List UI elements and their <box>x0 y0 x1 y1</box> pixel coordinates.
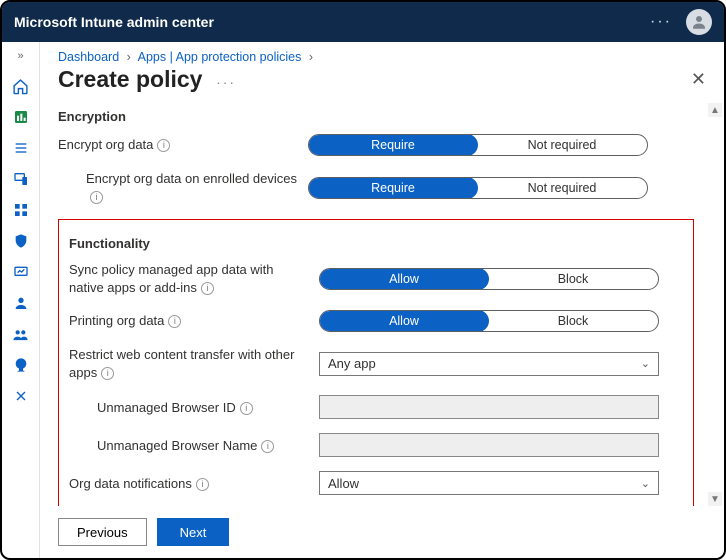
scroll-down-icon[interactable]: ▼ <box>708 492 722 506</box>
chevron-down-icon: ⌄ <box>641 357 650 370</box>
close-icon[interactable]: ✕ <box>691 69 706 90</box>
toggle-encrypt-org[interactable]: Require Not required <box>308 134 648 156</box>
form-scroll-area: Encryption Encrypt org data i Require Not… <box>40 103 724 506</box>
input-unmanaged-name[interactable] <box>319 433 659 457</box>
info-icon[interactable]: i <box>201 282 214 295</box>
page-title: Create policy <box>58 66 202 92</box>
label-unmanaged-name: Unmanaged Browser Name <box>97 438 257 453</box>
groups-icon[interactable] <box>12 325 30 343</box>
top-bar: Microsoft Intune admin center ··· <box>2 2 724 42</box>
toggle-opt-allow[interactable]: Allow <box>319 268 489 290</box>
label-sync: Sync policy managed app data with native… <box>69 262 274 295</box>
wizard-footer: Previous Next <box>40 506 724 558</box>
next-button[interactable]: Next <box>157 518 230 546</box>
left-nav: » <box>2 42 40 558</box>
label-printing: Printing org data <box>69 313 164 328</box>
chevron-down-icon: ⌄ <box>641 477 650 490</box>
troubleshoot-icon[interactable] <box>12 387 30 405</box>
apps-icon[interactable] <box>12 201 30 219</box>
breadcrumb-apps[interactable]: Apps | App protection policies <box>138 50 302 64</box>
app-window: Microsoft Intune admin center ··· » Dash <box>0 0 726 560</box>
input-unmanaged-id[interactable] <box>319 395 659 419</box>
dropdown-value: Allow <box>328 476 359 491</box>
label-encrypt-org: Encrypt org data <box>58 137 153 152</box>
label-org-notif: Org data notifications <box>69 476 192 491</box>
info-icon[interactable]: i <box>168 315 181 328</box>
dropdown-org-notif[interactable]: Allow ⌄ <box>319 471 659 495</box>
toggle-opt-require[interactable]: Require <box>308 177 478 199</box>
toggle-opt-block[interactable]: Block <box>488 269 658 289</box>
dropdown-restrict-web[interactable]: Any app ⌄ <box>319 352 659 376</box>
toggle-encrypt-enrolled[interactable]: Require Not required <box>308 177 648 199</box>
reports-icon[interactable] <box>12 263 30 281</box>
expand-nav-icon[interactable]: » <box>14 50 28 62</box>
scrollbar[interactable]: ▲ ▼ <box>708 103 722 506</box>
toggle-opt-block[interactable]: Block <box>488 311 658 331</box>
breadcrumb-dashboard[interactable]: Dashboard <box>58 50 119 64</box>
chevron-right-icon: › <box>127 50 131 64</box>
users-icon[interactable] <box>12 294 30 312</box>
home-icon[interactable] <box>12 77 30 95</box>
section-functionality: Functionality <box>69 236 683 251</box>
toggle-opt-allow[interactable]: Allow <box>319 310 489 332</box>
main-panel: Dashboard › Apps | App protection polici… <box>40 42 724 558</box>
dashboard-icon[interactable] <box>12 108 30 126</box>
toggle-opt-notrequired[interactable]: Not required <box>477 135 647 155</box>
more-icon[interactable]: ··· <box>650 13 672 31</box>
label-encrypt-enrolled: Encrypt org data on enrolled devices <box>86 171 297 186</box>
info-icon[interactable]: i <box>157 139 170 152</box>
toggle-opt-require[interactable]: Require <box>308 134 478 156</box>
breadcrumb: Dashboard › Apps | App protection polici… <box>40 42 724 64</box>
security-icon[interactable] <box>12 232 30 250</box>
list-icon[interactable] <box>12 139 30 157</box>
section-encryption: Encryption <box>58 109 706 124</box>
label-unmanaged-id: Unmanaged Browser ID <box>97 400 236 415</box>
dropdown-value: Any app <box>328 356 376 371</box>
toggle-sync[interactable]: Allow Block <box>319 268 659 290</box>
chevron-right-icon: › <box>309 50 313 64</box>
devices-icon[interactable] <box>12 170 30 188</box>
info-icon[interactable]: i <box>90 191 103 204</box>
toggle-printing[interactable]: Allow Block <box>319 310 659 332</box>
info-icon[interactable]: i <box>101 367 114 380</box>
topbar-actions: ··· <box>650 9 712 35</box>
info-icon[interactable]: i <box>261 440 274 453</box>
previous-button[interactable]: Previous <box>58 518 147 546</box>
highlighted-section: Functionality Sync policy managed app da… <box>58 219 694 506</box>
tenant-icon[interactable] <box>12 356 30 374</box>
user-avatar[interactable] <box>686 9 712 35</box>
info-icon[interactable]: i <box>240 402 253 415</box>
title-more-icon[interactable]: ··· <box>216 74 236 90</box>
scroll-track[interactable] <box>708 117 722 492</box>
scroll-up-icon[interactable]: ▲ <box>708 103 722 117</box>
info-icon[interactable]: i <box>196 478 209 491</box>
toggle-opt-notrequired[interactable]: Not required <box>477 178 647 198</box>
app-title: Microsoft Intune admin center <box>14 14 214 30</box>
